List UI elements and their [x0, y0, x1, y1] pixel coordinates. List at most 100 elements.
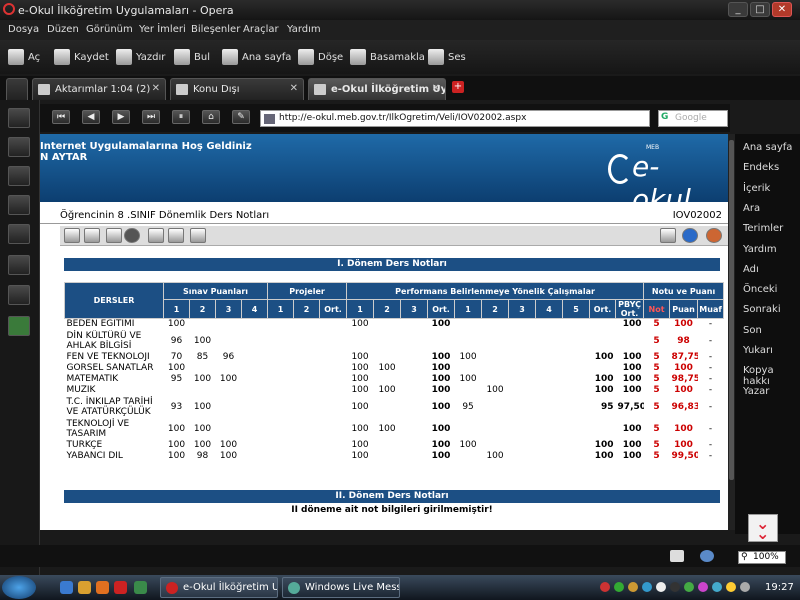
right-panel-item[interactable]: Önceki — [743, 284, 777, 295]
panel-bookmarks-button[interactable] — [8, 108, 30, 128]
cascade-button[interactable]: Basamakla — [350, 49, 425, 65]
student-name: N AYTAR — [40, 152, 88, 163]
rewind-button[interactable]: ⏮ — [52, 110, 70, 124]
help-icon[interactable] — [682, 228, 698, 243]
taskbar-item-opera[interactable]: e-Okul İlköğretim Uy... — [160, 577, 278, 598]
panel-history-button[interactable] — [8, 224, 30, 244]
opera-quicklaunch-icon[interactable] — [114, 581, 127, 594]
tray-icon[interactable] — [642, 582, 652, 592]
menu-dosya[interactable]: Dosya — [8, 24, 39, 35]
minimize-button[interactable]: _ — [728, 2, 748, 17]
ie-icon[interactable] — [60, 581, 73, 594]
table-cell — [482, 319, 509, 331]
panel-windows-button[interactable] — [8, 285, 30, 305]
right-panel-item[interactable]: Adı — [743, 264, 759, 275]
print-icon — [116, 49, 132, 65]
firefox-icon[interactable] — [96, 581, 109, 594]
table-cell — [536, 396, 563, 418]
tray-icon[interactable] — [726, 582, 736, 592]
maximize-button[interactable]: □ — [750, 2, 770, 17]
sound-button[interactable]: Ses — [428, 49, 466, 65]
users-icon[interactable] — [660, 228, 676, 243]
tab-transfers[interactable]: Aktarımlar 1:04 (2) ✕ — [32, 78, 166, 100]
tray-icon[interactable] — [698, 582, 708, 592]
close-tab-icon[interactable]: ✕ — [432, 83, 440, 94]
tab-konu-disi[interactable]: Konu Dışı ✕ — [170, 78, 304, 100]
menu-bilesenler[interactable]: Bileşenler — [191, 24, 240, 35]
home-nav-button[interactable]: ⌂ — [202, 110, 220, 124]
menu-araclar[interactable]: Araçlar — [243, 24, 279, 35]
print-icon[interactable] — [168, 228, 184, 243]
close-button[interactable]: ✕ — [772, 2, 792, 17]
scrollbar-thumb[interactable] — [729, 140, 734, 480]
table-cell: 97,50 — [617, 402, 644, 412]
zoom-select[interactable]: ⚲ 100% — [738, 551, 786, 564]
back-button[interactable]: ◀ — [82, 110, 100, 124]
menu-yer-imleri[interactable]: Yer İmleri — [139, 24, 186, 35]
edit-icon[interactable] — [64, 228, 80, 243]
save-button[interactable]: Kaydet — [54, 49, 109, 65]
find-button[interactable]: Bul — [174, 49, 210, 65]
tray-icon[interactable] — [656, 582, 666, 592]
semester-1-title: I. Dönem Ders Notları — [64, 258, 720, 271]
right-panel-item[interactable]: Yardım — [743, 244, 777, 255]
tray-icon[interactable] — [684, 582, 694, 592]
taskbar-item-messenger[interactable]: Windows Live Messe... — [282, 577, 400, 598]
fast-forward-button[interactable]: ⏭ — [142, 110, 160, 124]
panel-add-button[interactable] — [8, 316, 30, 336]
speaker-tray-icon[interactable] — [740, 582, 750, 592]
home-button[interactable]: Ana sayfa — [222, 49, 291, 65]
search-input[interactable]: G Google — [658, 110, 728, 127]
menu-gorunum[interactable]: Görünüm — [86, 24, 133, 35]
right-panel-item[interactable]: Ara — [743, 203, 760, 214]
messenger-quicklaunch-icon[interactable] — [134, 581, 147, 594]
close-tab-icon[interactable]: ✕ — [290, 83, 298, 94]
clear-icon[interactable] — [106, 228, 122, 243]
edit-button[interactable]: ✎ — [232, 110, 250, 124]
right-panel-item[interactable]: Ana sayfa — [743, 142, 792, 153]
tray-icon[interactable] — [712, 582, 722, 592]
tab-e-okul[interactable]: e-Okul İlköğretim Uyg...✕ — [308, 78, 446, 100]
export-icon[interactable] — [190, 228, 206, 243]
right-panel-item[interactable]: Yukarı — [743, 345, 773, 356]
new-tab-button[interactable]: + — [452, 81, 464, 93]
print-button[interactable]: Yazdır — [116, 49, 165, 65]
right-panel-item[interactable]: İçerik — [743, 183, 770, 194]
panel-mail-button[interactable] — [8, 137, 30, 157]
table-cell: TÜRKÇE — [66, 440, 103, 450]
cancel-icon[interactable] — [124, 228, 140, 243]
table-cell — [455, 418, 482, 440]
network-icon[interactable] — [700, 550, 714, 562]
right-panel-item[interactable]: Terimler — [743, 223, 783, 234]
tray-icon[interactable] — [628, 582, 638, 592]
folder-icon[interactable] — [78, 581, 91, 594]
start-button[interactable] — [2, 576, 36, 599]
tray-icon[interactable] — [600, 582, 610, 592]
tile-button[interactable]: Döşe — [298, 49, 343, 65]
close-tab-icon[interactable]: ✕ — [152, 83, 160, 94]
vertical-scrollbar[interactable] — [728, 134, 735, 530]
open-button[interactable]: Aç — [8, 49, 40, 65]
preview-icon[interactable] — [148, 228, 164, 243]
power-icon[interactable] — [706, 228, 722, 243]
panel-notes-button[interactable] — [8, 166, 30, 186]
stop-button[interactable]: ⏸ — [172, 110, 190, 124]
forward-button[interactable]: ▶ — [112, 110, 130, 124]
tray-icon[interactable] — [614, 582, 624, 592]
tray-icon[interactable] — [670, 582, 680, 592]
menu-yardim[interactable]: Yardım — [287, 24, 321, 35]
magnifier-icon: ⚲ — [741, 552, 748, 562]
panel-transfers-button[interactable] — [8, 195, 30, 215]
panel-links-button[interactable] — [8, 255, 30, 275]
right-panel-item[interactable]: Son — [743, 325, 762, 336]
tab-list-button[interactable] — [6, 78, 28, 100]
url-input[interactable]: http://e-okul.meb.gov.tr/IlkOgretim/Veli… — [260, 110, 650, 127]
right-panel-item[interactable]: Yazar — [743, 386, 769, 397]
right-panel-item[interactable]: Endeks — [743, 162, 779, 173]
view-icon[interactable] — [670, 550, 684, 562]
right-panel-item[interactable]: Kopya hakkı — [743, 365, 800, 387]
delete-icon[interactable] — [84, 228, 100, 243]
menu-duzen[interactable]: Düzen — [47, 24, 79, 35]
right-panel-item[interactable]: Sonraki — [743, 304, 781, 315]
scroll-down-button[interactable]: ⌄ ⌄ — [748, 514, 778, 542]
